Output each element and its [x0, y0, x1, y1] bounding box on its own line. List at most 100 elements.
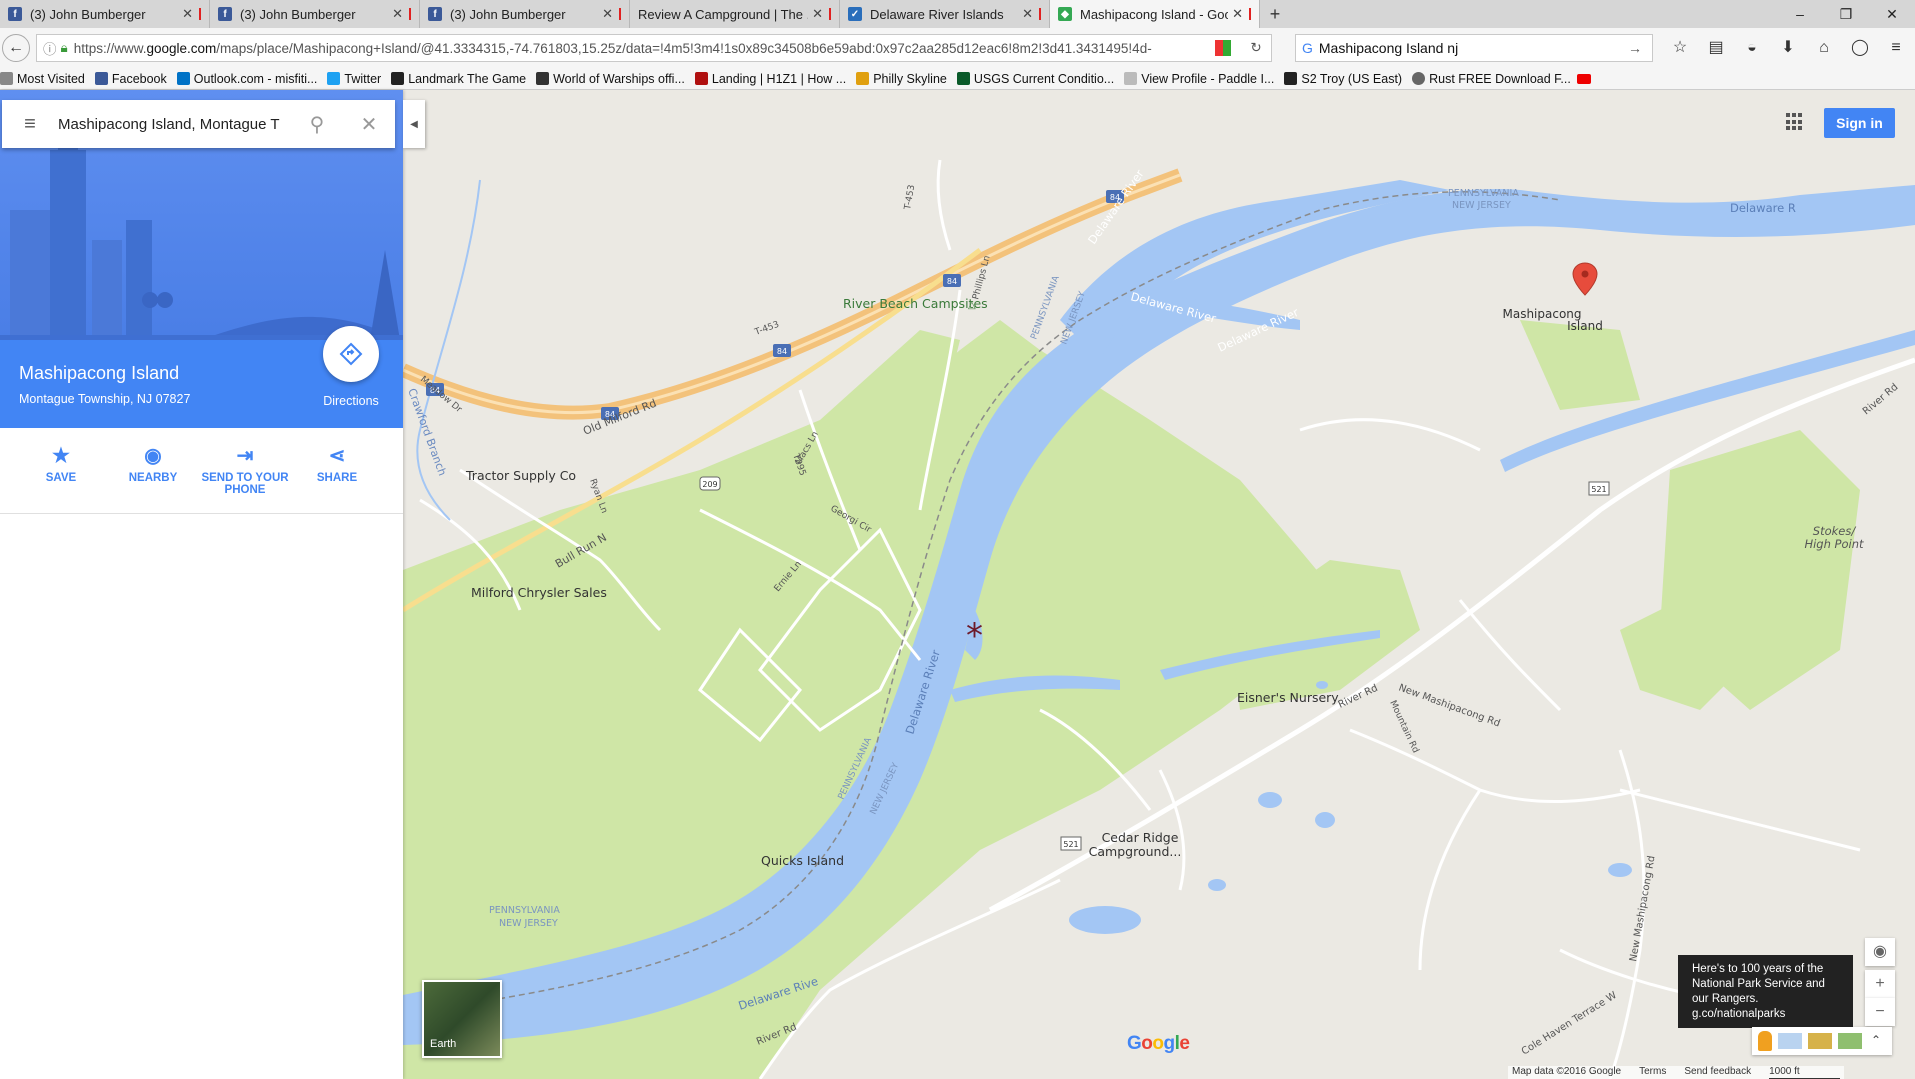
map-label-island[interactable]: Quicks Island	[761, 853, 844, 868]
marker-label: Island	[1567, 319, 1603, 333]
layer-thumb-traffic[interactable]	[1808, 1033, 1832, 1049]
pocket-icon[interactable]: ◒	[1734, 34, 1770, 62]
directions-button[interactable]	[323, 326, 379, 382]
action-label: SAVE	[45, 472, 77, 484]
tooltip-line: National Park Service and	[1692, 978, 1825, 990]
bookmark-star-icon[interactable]: ☆	[1662, 34, 1698, 62]
sign-in-button[interactable]: Sign in	[1824, 108, 1895, 138]
search-value: Mashipacong Island nj	[1318, 40, 1459, 56]
browser-tab[interactable]: f (3) John Bumberger ✕	[0, 0, 210, 28]
bookmark-item[interactable]: Rust FREE Download F...	[1412, 72, 1591, 86]
collapse-panel-button[interactable]: ◀	[403, 100, 425, 148]
terms-link[interactable]: Terms	[1639, 1066, 1666, 1079]
maps-search-box[interactable]: ≡ Mashipacong Island, Montague T ⚲ ✕	[2, 100, 395, 148]
reload-icon[interactable]: ↻	[1241, 40, 1271, 56]
bookmark-item[interactable]: Outlook.com - misfiti...	[176, 72, 317, 86]
map-label-poi[interactable]: Cedar Ridge	[1102, 830, 1179, 845]
browser-tab[interactable]: f (3) John Bumberger ✕	[210, 0, 420, 28]
bookmark-label: USGS Current Conditio...	[973, 71, 1115, 86]
download-icon[interactable]: ⬇	[1770, 34, 1806, 62]
scale-bar[interactable]: 1000 ft	[1769, 1066, 1840, 1079]
send-to-phone-button[interactable]: ⇥ SEND TO YOUR PHONE	[197, 444, 293, 496]
close-tab-icon[interactable]: ✕	[1232, 6, 1243, 22]
back-button[interactable]: ←	[2, 34, 30, 62]
map-label-poi[interactable]: Milford Chrysler Sales	[471, 585, 607, 600]
bookmark-item[interactable]: USGS Current Conditio...	[956, 71, 1115, 86]
reading-list-icon[interactable]: ▤	[1698, 34, 1734, 62]
new-tab-button[interactable]: +	[1260, 4, 1290, 25]
search-go-icon[interactable]: →	[1628, 40, 1652, 56]
directions-label[interactable]: Directions	[318, 394, 384, 408]
outlook-icon	[176, 72, 190, 85]
bookmark-item[interactable]: Landmark The Game	[391, 72, 526, 86]
expand-layers-icon[interactable]: ⌃	[1868, 1033, 1884, 1049]
h1z1-icon	[694, 72, 708, 85]
close-window-button[interactable]: ✕	[1869, 0, 1915, 28]
bookmark-item[interactable]: S2 Troy (US East)	[1284, 72, 1402, 86]
bookmark-item[interactable]: Landing | H1Z1 | How ...	[694, 71, 847, 86]
close-tab-icon[interactable]: ✕	[1022, 6, 1033, 22]
bookmark-item[interactable]: World of Warships offi...	[536, 72, 685, 86]
pegman-icon[interactable]	[1758, 1031, 1772, 1051]
maps-icon: ◆	[1058, 7, 1072, 21]
send-feedback-link[interactable]: Send feedback	[1684, 1066, 1751, 1079]
browser-tab[interactable]: f (3) John Bumberger ✕	[420, 0, 630, 28]
apps-grid-icon[interactable]	[1786, 113, 1804, 131]
tooltip-line: Here's to 100 years of the	[1692, 963, 1824, 975]
close-tab-icon[interactable]: ✕	[812, 6, 823, 22]
map-label-river-beach[interactable]: River Beach Campsites	[843, 296, 988, 311]
map-label-road: T-453	[903, 184, 917, 211]
close-icon[interactable]: ✕	[343, 112, 395, 137]
maps-search-input[interactable]: Mashipacong Island, Montague T	[58, 116, 291, 133]
layer-thumb-terrain[interactable]	[1838, 1033, 1862, 1049]
browser-tab-active[interactable]: ◆ Mashipacong Island - Goo... ✕	[1050, 0, 1260, 28]
youtube-icon[interactable]	[1576, 73, 1591, 84]
save-button[interactable]: ★ SAVE	[13, 444, 109, 484]
bookmark-item[interactable]: Facebook	[94, 71, 167, 86]
bookmark-item[interactable]: Most Visited	[0, 72, 85, 86]
earth-view-toggle[interactable]: Earth	[422, 980, 502, 1058]
campsite-icon[interactable]: △	[968, 300, 976, 311]
map-label-road: River Rd	[1861, 382, 1901, 418]
restore-button[interactable]: ❐	[1823, 0, 1869, 28]
url-path: /maps/place/Mashipacong+Island/@41.33343…	[216, 40, 1152, 56]
share-icon: ⋖	[328, 445, 346, 467]
lake	[1258, 792, 1282, 808]
share-button[interactable]: ⋖ SHARE	[289, 444, 385, 484]
browser-tab[interactable]: Review A Campground | The ... ✕	[630, 0, 840, 28]
map-label-poi[interactable]: Eisner's Nursery	[1237, 690, 1339, 705]
map-label-poi[interactable]: Campground...	[1089, 844, 1182, 859]
national-parks-tooltip[interactable]: Here's to 100 years of the National Park…	[1678, 955, 1853, 1028]
extension-icon[interactable]	[1215, 40, 1231, 56]
bookmark-label: Facebook	[111, 71, 167, 86]
info-icon[interactable]: ⓘ	[43, 38, 57, 58]
bookmark-label: Landing | H1Z1 | How ...	[711, 71, 847, 86]
zoom-out-button[interactable]: −	[1865, 998, 1895, 1026]
url-bar[interactable]: ⓘ 🔒︎ https://www.google.com/maps/place/M…	[36, 34, 1272, 62]
facebook-icon	[94, 72, 108, 85]
close-tab-icon[interactable]: ✕	[392, 6, 403, 22]
tooltip-link[interactable]: g.co/nationalparks	[1692, 1007, 1839, 1022]
my-location-button[interactable]: ◉	[1865, 938, 1895, 966]
browser-tab[interactable]: ✓ Delaware River Islands ✕	[840, 0, 1050, 28]
close-tab-icon[interactable]: ✕	[182, 6, 193, 22]
chat-icon[interactable]: ◯	[1842, 34, 1878, 62]
home-icon[interactable]: ⌂	[1806, 34, 1842, 62]
map-label-state: PENNSYLVANIA	[1448, 188, 1519, 199]
tab-mark	[199, 8, 201, 20]
hamburger-menu-icon[interactable]: ≡	[1878, 34, 1914, 62]
tab-mark	[619, 8, 621, 20]
bookmark-item[interactable]: Philly Skyline	[856, 72, 947, 86]
minimize-button[interactable]: –	[1777, 0, 1823, 28]
bookmark-item[interactable]: View Profile - Paddle I...	[1124, 72, 1274, 86]
nearby-button[interactable]: ◉ NEARBY	[105, 444, 201, 484]
map-label-poi[interactable]: Tractor Supply Co	[465, 468, 576, 483]
close-tab-icon[interactable]: ✕	[602, 6, 613, 22]
bookmark-item[interactable]: Twitter	[327, 72, 381, 86]
layer-thumb-transit[interactable]	[1778, 1033, 1802, 1049]
hamburger-menu-icon[interactable]: ≡	[2, 113, 58, 136]
zoom-in-button[interactable]: +	[1865, 970, 1895, 998]
browser-search-bar[interactable]: G Mashipacong Island nj →	[1295, 34, 1653, 62]
tab-label: (3) John Bumberger	[450, 6, 566, 22]
search-icon[interactable]: ⚲	[291, 112, 343, 137]
